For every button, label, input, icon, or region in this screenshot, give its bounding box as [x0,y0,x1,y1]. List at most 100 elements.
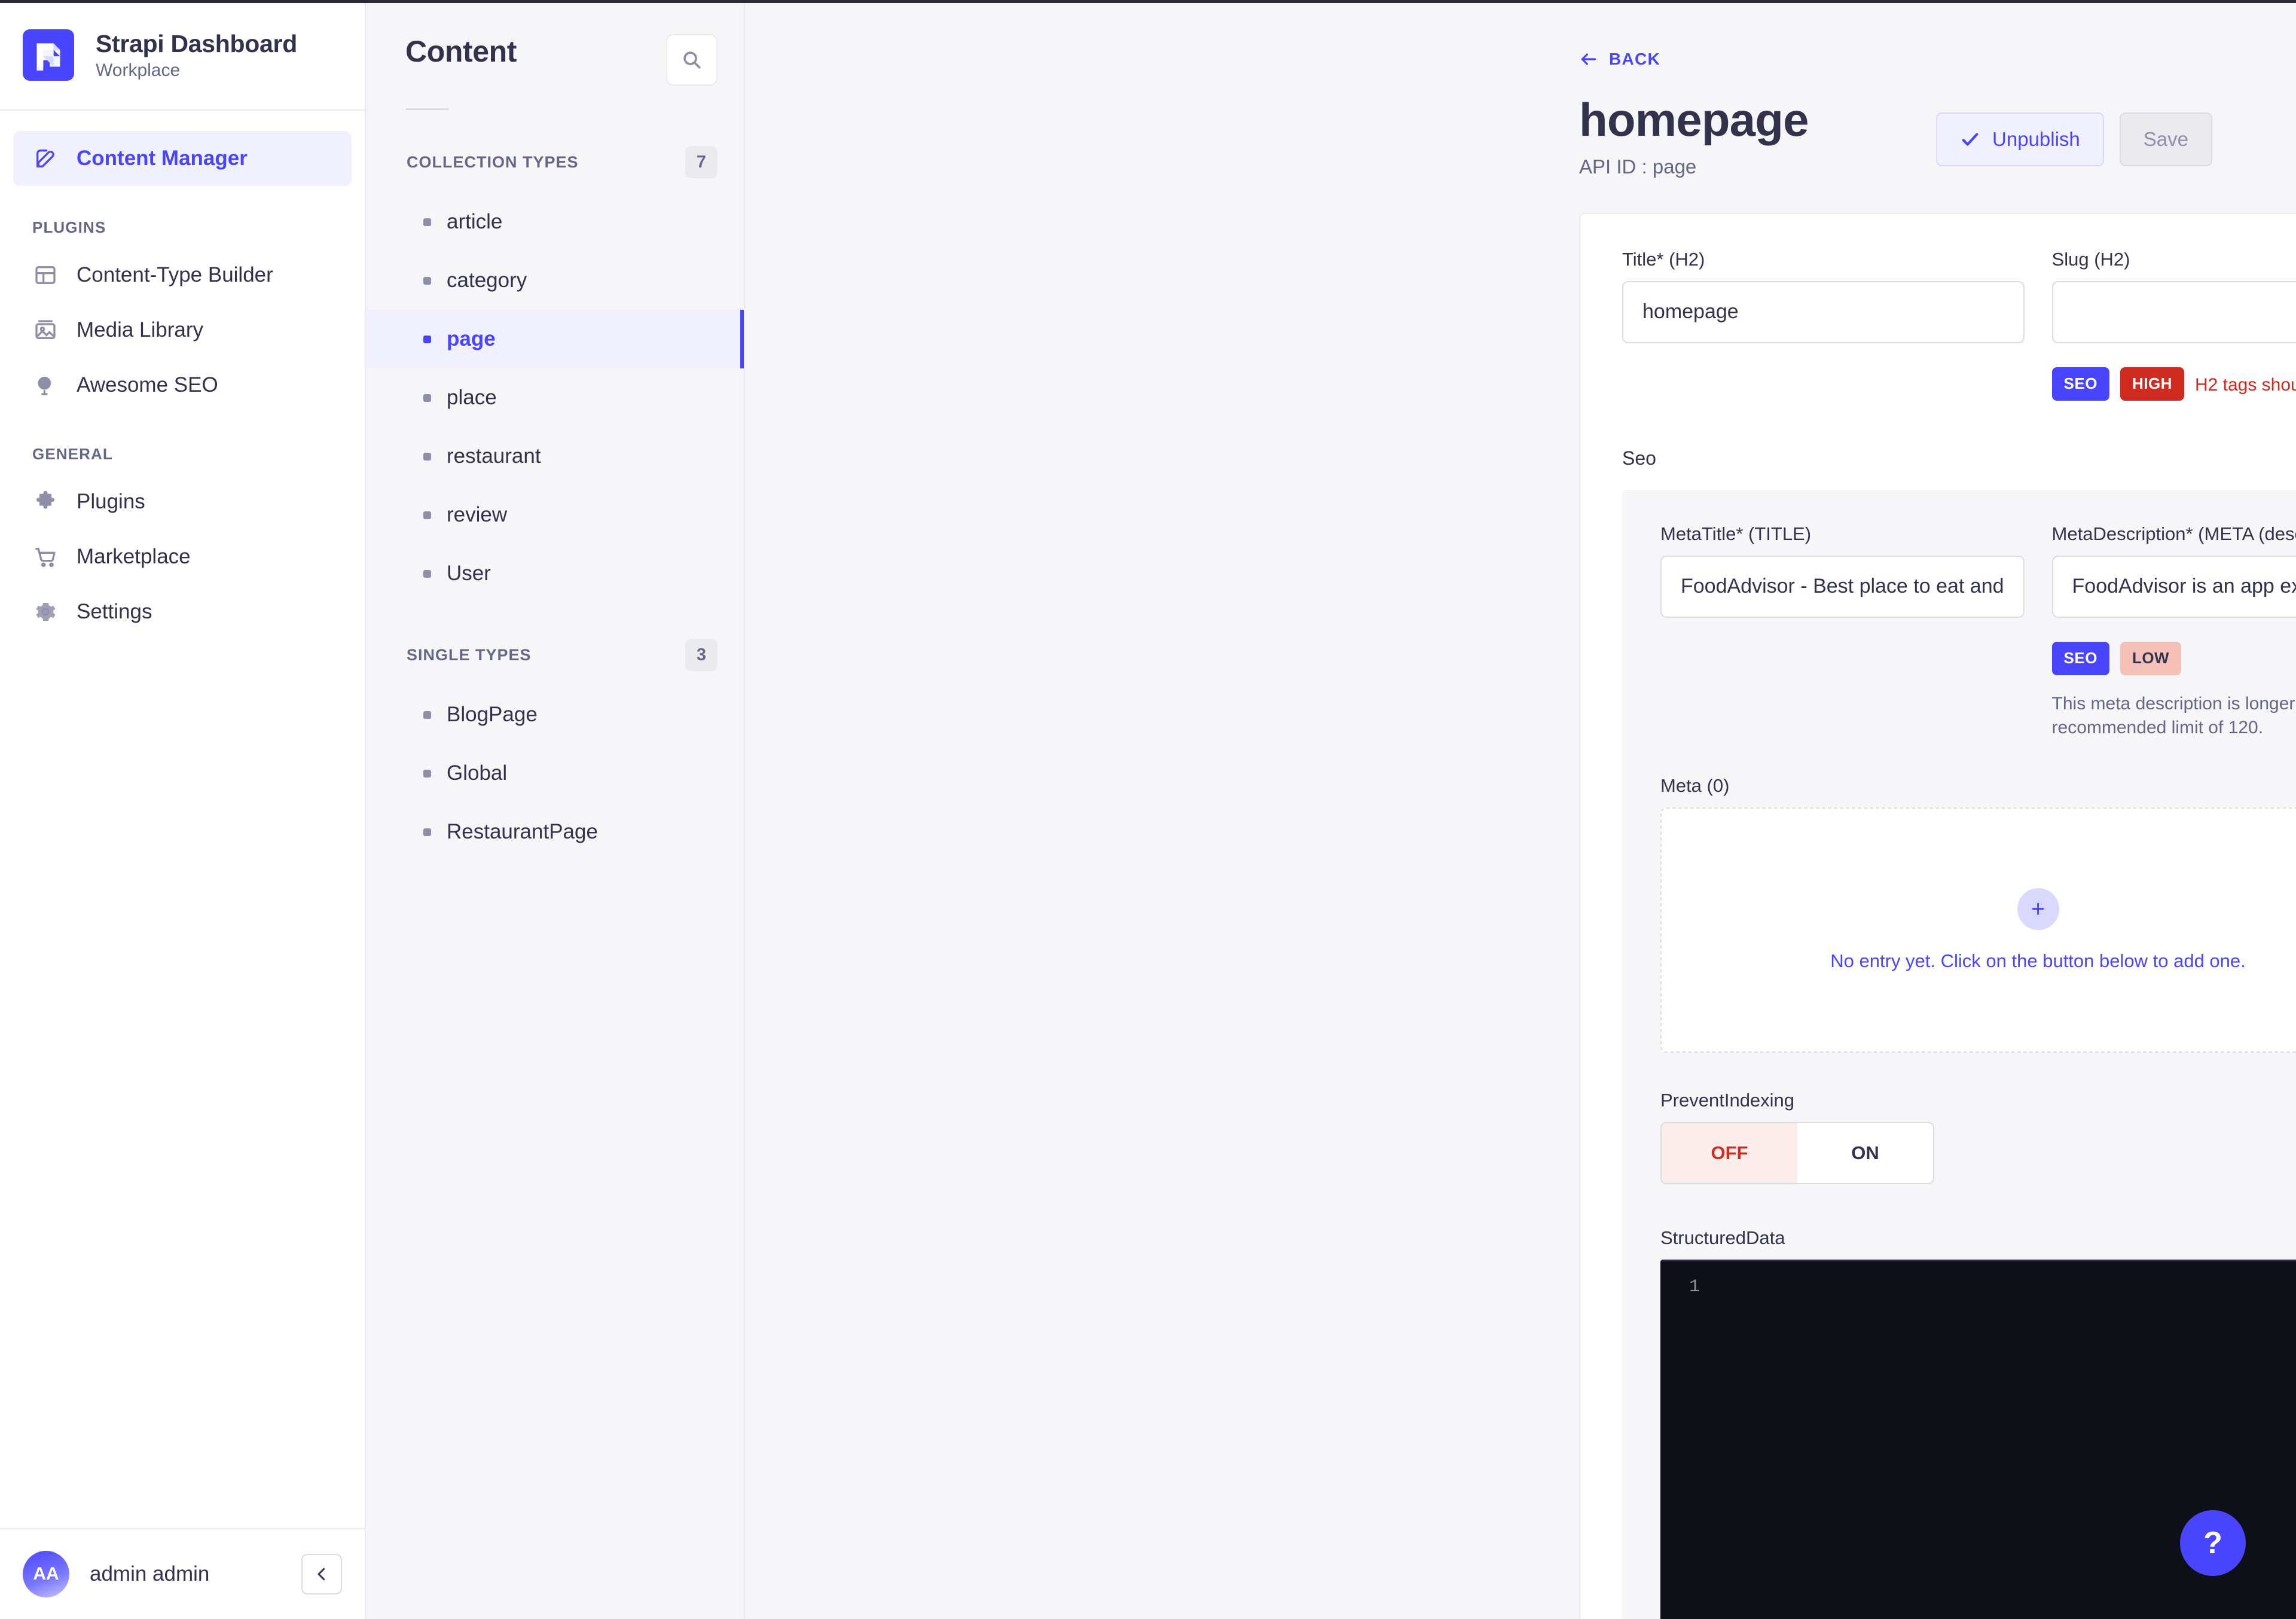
bullet-icon [423,336,431,343]
search-icon [680,48,703,71]
single-types-list: BlogPage Global RestaurantPage [366,685,744,861]
prevent-indexing-group: PreventIndexing OFF ON [1660,1090,2296,1184]
list-item[interactable]: review [366,486,744,544]
list-item-label: article [447,210,502,234]
bullet-icon [423,711,431,719]
sidebar-item-label: Plugins [77,490,145,514]
sidebar-item-label: Content Manager [77,147,248,170]
list-item-page[interactable]: page [366,310,744,368]
page-actions: Unpublish Save [1936,96,2212,166]
prevent-indexing-toggle[interactable]: OFF ON [1660,1122,1934,1184]
sidebar-item-label: Content-Type Builder [77,263,273,287]
collection-types-header: COLLECTION TYPES 7 [366,110,744,178]
sidebar-item-label: Media Library [77,318,203,342]
slug-input[interactable] [2052,281,2296,343]
content-panel-header: Content [366,3,744,86]
title-input[interactable]: homepage [1622,281,2025,343]
search-button[interactable] [666,34,718,86]
prevent-indexing-label: PreventIndexing [1660,1090,2296,1111]
content-types-panel: Content COLLECTION TYPES 7 article categ… [366,3,745,1619]
slug-seo-row: SEO HIGH H2 tags should not be empty [2052,367,2296,401]
sidebar-item-awesome-seo[interactable]: Awesome SEO [13,358,352,413]
unpublish-button[interactable]: Unpublish [1936,112,2104,166]
slug-field-group: Slug (H2) SEO HIGH H2 tags should not be… [2052,249,2296,401]
title-label: Title* (H2) [1622,249,2025,270]
sidebar-item-label: Marketplace [77,545,191,569]
sidebar-item-marketplace[interactable]: Marketplace [13,529,352,584]
collapse-sidebar-button[interactable] [301,1554,342,1594]
help-button[interactable]: ? [2180,1510,2246,1576]
arrow-left-icon [1579,50,1598,69]
plus-icon[interactable]: + [2017,888,2059,930]
brand-subtitle: Workplace [96,60,297,81]
toggle-option-on[interactable]: ON [1797,1123,1933,1183]
meta-title-label: MetaTitle* (TITLE) [1660,523,2025,545]
meta-fields-row: MetaTitle* (TITLE) FoodAdvisor - Best pl… [1660,523,2296,740]
question-mark-icon: ? [2203,1525,2222,1561]
sidebar-item-content-manager[interactable]: Content Manager [13,131,352,186]
meta-description-group: MetaDescription* (META (description)) Fo… [2052,523,2296,740]
meta-description-input[interactable]: FoodAdvisor is an app example sho [2052,556,2296,618]
list-item[interactable]: category [366,251,744,310]
list-item-label: BlogPage [447,703,538,727]
list-item[interactable]: place [366,368,744,427]
list-item-label: page [447,327,496,351]
layout-icon [32,262,59,288]
sidebar-item-label: Awesome SEO [77,373,218,397]
unpublish-label: Unpublish [1992,128,2080,151]
sidebar-item-settings[interactable]: Settings [13,584,352,639]
list-item[interactable]: Global [366,744,744,803]
status-badge-severity: LOW [2120,642,2181,675]
list-item-label: category [447,269,527,292]
check-icon [1960,129,1980,150]
cart-icon [32,544,59,570]
back-label: BACK [1609,50,1660,69]
single-types-count: 3 [685,639,718,671]
bullet-icon [423,511,431,519]
list-item[interactable]: BlogPage [366,685,744,744]
list-item-label: review [447,503,507,527]
list-item[interactable]: article [366,193,744,251]
single-types-header: SINGLE TYPES 3 [366,603,744,671]
sidebar-item-media-library[interactable]: Media Library [13,303,352,358]
bullet-icon [423,828,431,836]
title-field-group: Title* (H2) homepage [1622,249,2025,401]
toggle-option-off[interactable]: OFF [1662,1123,1797,1183]
avatar[interactable]: AA [23,1551,69,1597]
meta-empty-state: + No entry yet. Click on the button belo… [1660,807,2296,1053]
save-button[interactable]: Save [2120,112,2212,166]
back-link[interactable]: BACK [1579,50,1660,69]
list-item[interactable]: RestaurantPage [366,803,744,861]
status-badge-seo: SEO [2052,367,2109,401]
pen-square-icon [32,145,59,172]
bullet-icon [423,218,431,226]
list-item[interactable]: restaurant [366,427,744,486]
globe-icon [32,372,59,398]
bullet-icon [423,770,431,778]
sidebar-item-label: Settings [77,600,152,624]
meta-description-seo-message: This meta description is longer than the… [2052,686,2296,740]
collection-types-count: 7 [685,146,718,178]
collection-types-label: COLLECTION TYPES [407,153,579,172]
structured-data-label: StructuredData [1660,1227,2296,1249]
seo-component-section: Seo MetaTitle* (TITLE) FoodAdvisor - Bes… [1622,445,2296,1619]
list-item[interactable]: User [366,544,744,603]
seo-inner-box: MetaTitle* (TITLE) FoodAdvisor - Best pl… [1622,490,2296,1619]
seo-component-header: Seo [1622,445,2296,490]
collection-types-list: article category page place restaurant r… [366,193,744,603]
content-grid: Title* (H2) homepage Slug (H2) SEO HIGH … [745,178,2296,1619]
bullet-icon [423,277,431,285]
chevron-left-icon [313,1565,331,1583]
page-header: homepage API ID : page Unpublish Save [745,72,2296,178]
main-sidebar: Strapi Dashboard Workplace Content Manag… [0,3,366,1619]
sidebar-item-content-type-builder[interactable]: Content-Type Builder [13,248,352,303]
meta-title-input[interactable]: FoodAdvisor - Best place to eat and [1660,556,2025,618]
single-types-label: SINGLE TYPES [407,646,532,664]
sidebar-item-plugins[interactable]: Plugins [13,474,352,529]
save-label: Save [2144,128,2188,151]
list-item-label: User [447,562,491,586]
bullet-icon [423,453,431,461]
code-line-number: 1 [1660,1277,2296,1297]
user-name: admin admin [90,1562,281,1586]
user-footer: AA admin admin [0,1528,365,1619]
